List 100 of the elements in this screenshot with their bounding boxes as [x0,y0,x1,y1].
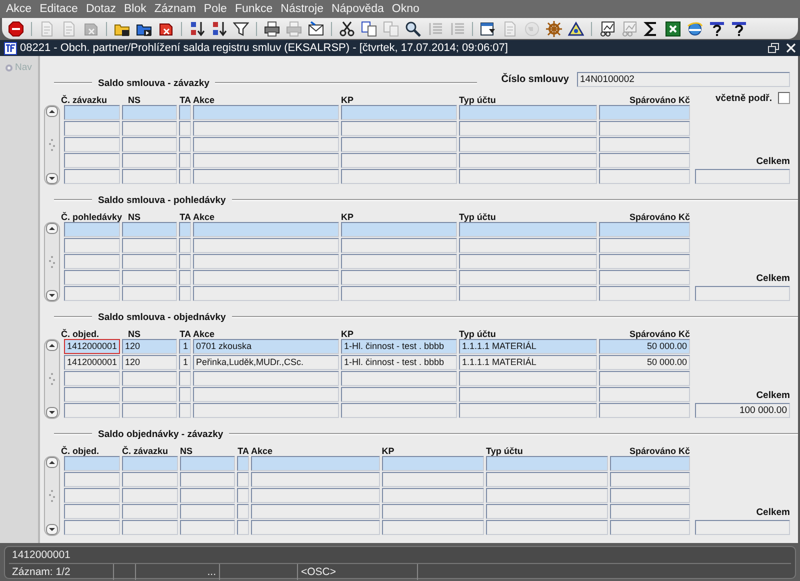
table-cell[interactable] [179,153,191,168]
scroll-up-icon[interactable] [46,340,58,351]
checkbox[interactable] [778,92,790,104]
table-cell[interactable]: 50 000.00 [599,339,690,354]
table-cell[interactable] [180,488,235,503]
grip-icon[interactable] [49,489,55,503]
printer-icon[interactable] [264,20,280,36]
table-cell[interactable] [341,371,457,386]
scroll-up-icon[interactable] [46,223,58,234]
grip-icon[interactable] [49,138,55,152]
table-cell[interactable]: 1 [179,339,191,354]
table-cell[interactable] [341,387,457,402]
table-cell[interactable] [122,105,177,120]
table-cell[interactable] [382,504,484,519]
table-cell[interactable] [179,238,191,253]
table-cell[interactable]: 1 [179,355,191,370]
table-cell[interactable] [122,137,177,152]
table-cell[interactable] [459,270,597,285]
sort-descending-icon[interactable] [211,20,227,36]
table-cell[interactable] [459,286,597,301]
table-cell[interactable] [180,472,235,487]
table-cell[interactable] [237,488,249,503]
table-cell[interactable] [64,121,120,136]
table-cell[interactable] [193,371,339,386]
grip-icon[interactable] [49,255,55,269]
total-field[interactable] [695,286,790,301]
menu-item[interactable]: Záznam [150,3,200,15]
table-cell[interactable] [64,371,120,386]
table-cell[interactable] [193,222,339,237]
nav-icon[interactable] [5,64,13,72]
table-cell[interactable] [237,472,249,487]
table-cell[interactable] [122,504,178,519]
table-cell[interactable] [599,238,690,253]
table-cell[interactable] [122,238,177,253]
table-cell[interactable]: 1.1.1.1 MATERIÁL [459,355,597,370]
table-cell[interactable]: 120 [122,355,177,370]
table-cell[interactable] [122,286,177,301]
table-cell[interactable] [251,456,380,471]
wheel-icon[interactable] [546,20,562,36]
table-cell[interactable] [341,238,457,253]
total-field[interactable] [695,520,790,535]
table-cell[interactable] [341,105,457,120]
search-icon[interactable] [405,20,421,36]
table-cell[interactable]: 1.1.1.1 MATERIÁL [459,339,597,354]
sort-ascending-icon[interactable] [189,20,205,36]
table-cell[interactable] [486,504,608,519]
scrollbar[interactable] [44,222,60,302]
table-cell[interactable] [599,387,690,402]
help-icon[interactable] [709,20,725,36]
menu-item[interactable]: Nápověda [327,3,388,15]
menu-item[interactable]: Okno [388,3,424,15]
table-cell[interactable] [64,504,120,519]
table-cell[interactable] [341,121,457,136]
table-cell[interactable] [599,137,690,152]
menu-item[interactable]: Nástroje [276,3,328,15]
table-cell[interactable] [599,153,690,168]
table-cell[interactable] [179,169,191,184]
table-cell[interactable] [193,254,339,269]
table-cell[interactable] [341,137,457,152]
table-cell[interactable] [459,121,597,136]
table-cell[interactable] [64,105,120,120]
grip-icon[interactable] [49,372,55,386]
table-cell[interactable] [610,520,690,535]
table-cell[interactable] [193,121,339,136]
triangle-icon[interactable] [568,20,584,36]
table-cell[interactable] [382,488,484,503]
scroll-down-icon[interactable] [46,407,58,418]
table-cell[interactable] [341,286,457,301]
menu-item[interactable]: Funkce [230,3,277,15]
table-cell[interactable] [193,137,339,152]
table-cell[interactable] [180,520,235,535]
scroll-up-icon[interactable] [46,457,58,468]
scroll-down-icon[interactable] [46,290,58,301]
menu-item[interactable]: Pole [200,3,231,15]
table-cell[interactable] [382,472,484,487]
table-cell[interactable]: 1-Hl. činnost - test . bbbb [341,339,457,354]
table-cell[interactable] [64,222,120,237]
scrollbar[interactable] [44,105,60,185]
table-cell[interactable] [64,472,120,487]
table-cell[interactable] [610,472,690,487]
restore-icon[interactable] [768,43,779,53]
table-cell[interactable] [341,222,457,237]
table-cell[interactable] [610,504,690,519]
total-field[interactable]: 100 000.00 [695,403,790,418]
table-cell[interactable] [122,270,177,285]
table-cell[interactable] [64,488,120,503]
table-cell[interactable] [122,403,177,418]
table-cell[interactable] [122,472,178,487]
table-cell[interactable] [251,488,380,503]
table-cell[interactable] [64,403,120,418]
scroll-down-icon[interactable] [46,173,58,184]
table-cell[interactable] [610,456,690,471]
contract-number-field[interactable]: 14N0100002 [577,72,790,86]
table-cell[interactable] [193,105,339,120]
table-cell[interactable] [459,169,597,184]
table-cell[interactable] [64,153,120,168]
table-cell[interactable]: 1412000001 [64,339,120,354]
envelope-icon[interactable] [308,20,324,36]
table-cell[interactable] [459,105,597,120]
total-field[interactable] [695,169,790,184]
